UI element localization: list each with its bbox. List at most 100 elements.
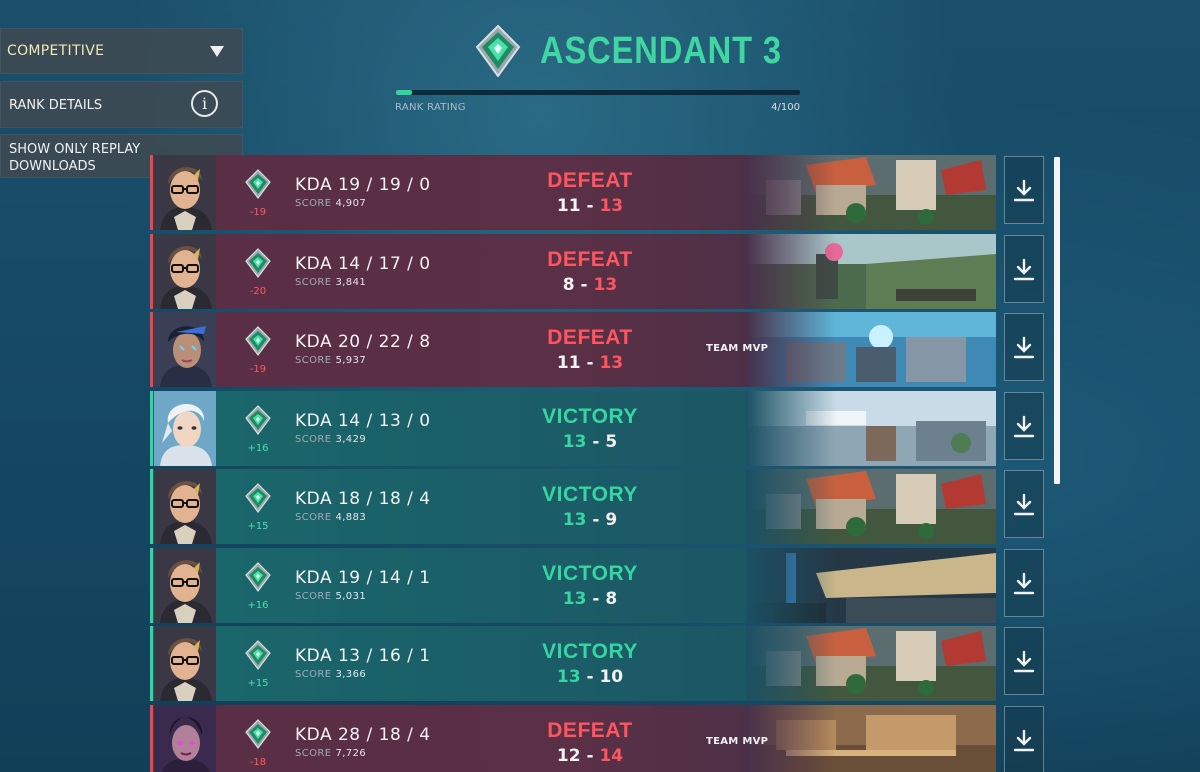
match-row[interactable]: +15 KDA 18 / 18 / 4 SCORE 4,883 VICTORY 13 - … [150, 469, 996, 544]
map-thumbnail [746, 547, 996, 623]
score-value: 7,726 [335, 747, 367, 759]
rank-emblem-icon [244, 483, 272, 513]
outcome-accent [150, 233, 153, 309]
download-replay-button[interactable] [1004, 470, 1044, 538]
queue-mode-dropdown[interactable]: COMPETITIVE [0, 28, 243, 74]
map-thumbnail [746, 390, 996, 466]
round-score: 13 - 10 [510, 667, 670, 687]
map-thumbnail [746, 155, 996, 230]
rank-emblem-icon [244, 640, 272, 670]
replay-filter-label: SHOW ONLY REPLAY DOWNLOADS [9, 142, 141, 174]
info-icon[interactable]: i [191, 90, 218, 117]
match-row[interactable]: -19 KDA 19 / 19 / 0 SCORE 4,907 DEFEAT 11 - 1… [150, 155, 996, 230]
score-value: 4,907 [335, 198, 367, 209]
map-fade [746, 469, 836, 544]
score-dash: - [586, 667, 594, 687]
rank-emblem-icon [244, 247, 272, 278]
rr-change: +16 [247, 442, 269, 454]
match-result: DEFEAT [547, 718, 633, 742]
rank-emblem-icon [475, 25, 521, 77]
match-row[interactable]: +16 KDA 19 / 14 / 1 SCORE 5,031 VICTORY 13 - … [150, 547, 996, 623]
match-result: DEFEAT [547, 169, 633, 192]
combat-score: SCORE 5,031 [295, 591, 366, 602]
map-fade [746, 233, 836, 309]
match-result: DEFEAT [547, 326, 633, 349]
kda-stats: KDA 28 / 18 / 4 [295, 724, 431, 745]
kda-stats: KDA 19 / 19 / 0 [295, 175, 431, 195]
round-score: 11 - 13 [510, 196, 670, 216]
outcome-accent [150, 547, 153, 623]
score-dash: - [586, 745, 594, 766]
score-label: SCORE [295, 433, 332, 445]
download-replay-button[interactable] [1004, 627, 1044, 695]
score-label: SCORE [295, 276, 332, 288]
enemy-rounds: 9 [605, 510, 618, 530]
match-row[interactable]: -19 KDA 20 / 22 / 8 SCORE 5,937 DEFEAT 11 - 1… [150, 312, 996, 387]
outcome-accent [150, 626, 153, 701]
enemy-rounds: 13 [599, 353, 624, 373]
rank-rating-bar [396, 90, 800, 95]
rank-details-button[interactable]: RANK DETAILS i [0, 81, 243, 128]
combat-score: SCORE 3,841 [295, 277, 366, 288]
kda-stats: KDA 19 / 14 / 1 [295, 567, 431, 588]
agent-portrait [154, 312, 216, 387]
combat-score: SCORE 7,726 [295, 748, 366, 759]
score-value: 5,031 [335, 590, 367, 602]
enemy-rounds: 13 [599, 196, 624, 216]
score-label: SCORE [295, 512, 332, 523]
team-mvp-badge: TEAM MVP [706, 735, 769, 747]
rank-details-label: RANK DETAILS [9, 98, 103, 113]
map-thumbnail [746, 312, 996, 387]
map-fade [746, 155, 836, 230]
rank-emblem-icon [244, 561, 272, 592]
score-value: 5,937 [335, 355, 367, 366]
match-list-scrollbar[interactable] [1054, 157, 1060, 484]
match-result: VICTORY [542, 404, 638, 428]
team-rounds: 13 [562, 588, 587, 609]
match-row[interactable]: -18 KDA 28 / 18 / 4 SCORE 7,726 DEFEAT 12 - 1… [150, 704, 996, 772]
match-row[interactable]: -20 KDA 14 / 17 / 0 SCORE 3,841 DEFEAT 8 - 13 [150, 233, 996, 309]
match-row[interactable]: +16 KDA 14 / 13 / 0 SCORE 3,429 VICTORY 13 - … [150, 390, 996, 466]
score-label: SCORE [295, 355, 332, 366]
outcome-accent [150, 390, 153, 466]
round-score: 11 - 13 [510, 353, 670, 373]
combat-score: SCORE 4,883 [295, 512, 366, 523]
map-fade [746, 626, 836, 701]
match-result: VICTORY [542, 483, 638, 506]
match-history-list[interactable]: -19 KDA 19 / 19 / 0 SCORE 4,907 DEFEAT 11 - 1… [150, 155, 1050, 772]
map-thumbnail [746, 704, 996, 772]
combat-score: SCORE 3,366 [295, 669, 366, 680]
score-value: 3,429 [335, 433, 367, 445]
team-rounds: 13 [562, 431, 587, 452]
chevron-down-icon [210, 46, 224, 57]
rank-rating-value: 4/100 [771, 102, 800, 113]
rank-emblem-icon [244, 326, 272, 356]
rr-change: +15 [247, 521, 269, 532]
score-label: SCORE [295, 590, 332, 602]
match-result: VICTORY [542, 640, 638, 663]
agent-portrait [154, 233, 216, 309]
download-replay-button[interactable] [1004, 156, 1044, 224]
map-fade [746, 390, 836, 466]
combat-score: SCORE 3,429 [295, 434, 366, 445]
score-dash: - [592, 510, 600, 530]
outcome-accent [150, 155, 153, 230]
outcome-accent [150, 312, 153, 387]
kda-stats: KDA 18 / 18 / 4 [295, 489, 431, 509]
enemy-rounds: 10 [599, 667, 624, 687]
kda-stats: KDA 20 / 22 / 8 [295, 332, 431, 352]
rr-change: +16 [247, 599, 269, 611]
round-score: 8 - 13 [510, 275, 670, 295]
agent-portrait [154, 155, 216, 230]
download-replay-button[interactable] [1004, 705, 1044, 772]
score-value: 3,366 [335, 669, 367, 680]
team-rounds: 12 [556, 745, 581, 766]
rank-title: ASCENDANT 3 [540, 30, 782, 72]
download-replay-button[interactable] [1004, 313, 1044, 381]
download-replay-button[interactable] [1004, 548, 1044, 617]
team-mvp-badge: TEAM MVP [706, 343, 769, 354]
download-replay-button[interactable] [1004, 391, 1044, 460]
download-replay-button[interactable] [1004, 234, 1044, 303]
rr-change: -20 [249, 285, 267, 297]
match-row[interactable]: +15 KDA 13 / 16 / 1 SCORE 3,366 VICTORY 13 - … [150, 626, 996, 701]
